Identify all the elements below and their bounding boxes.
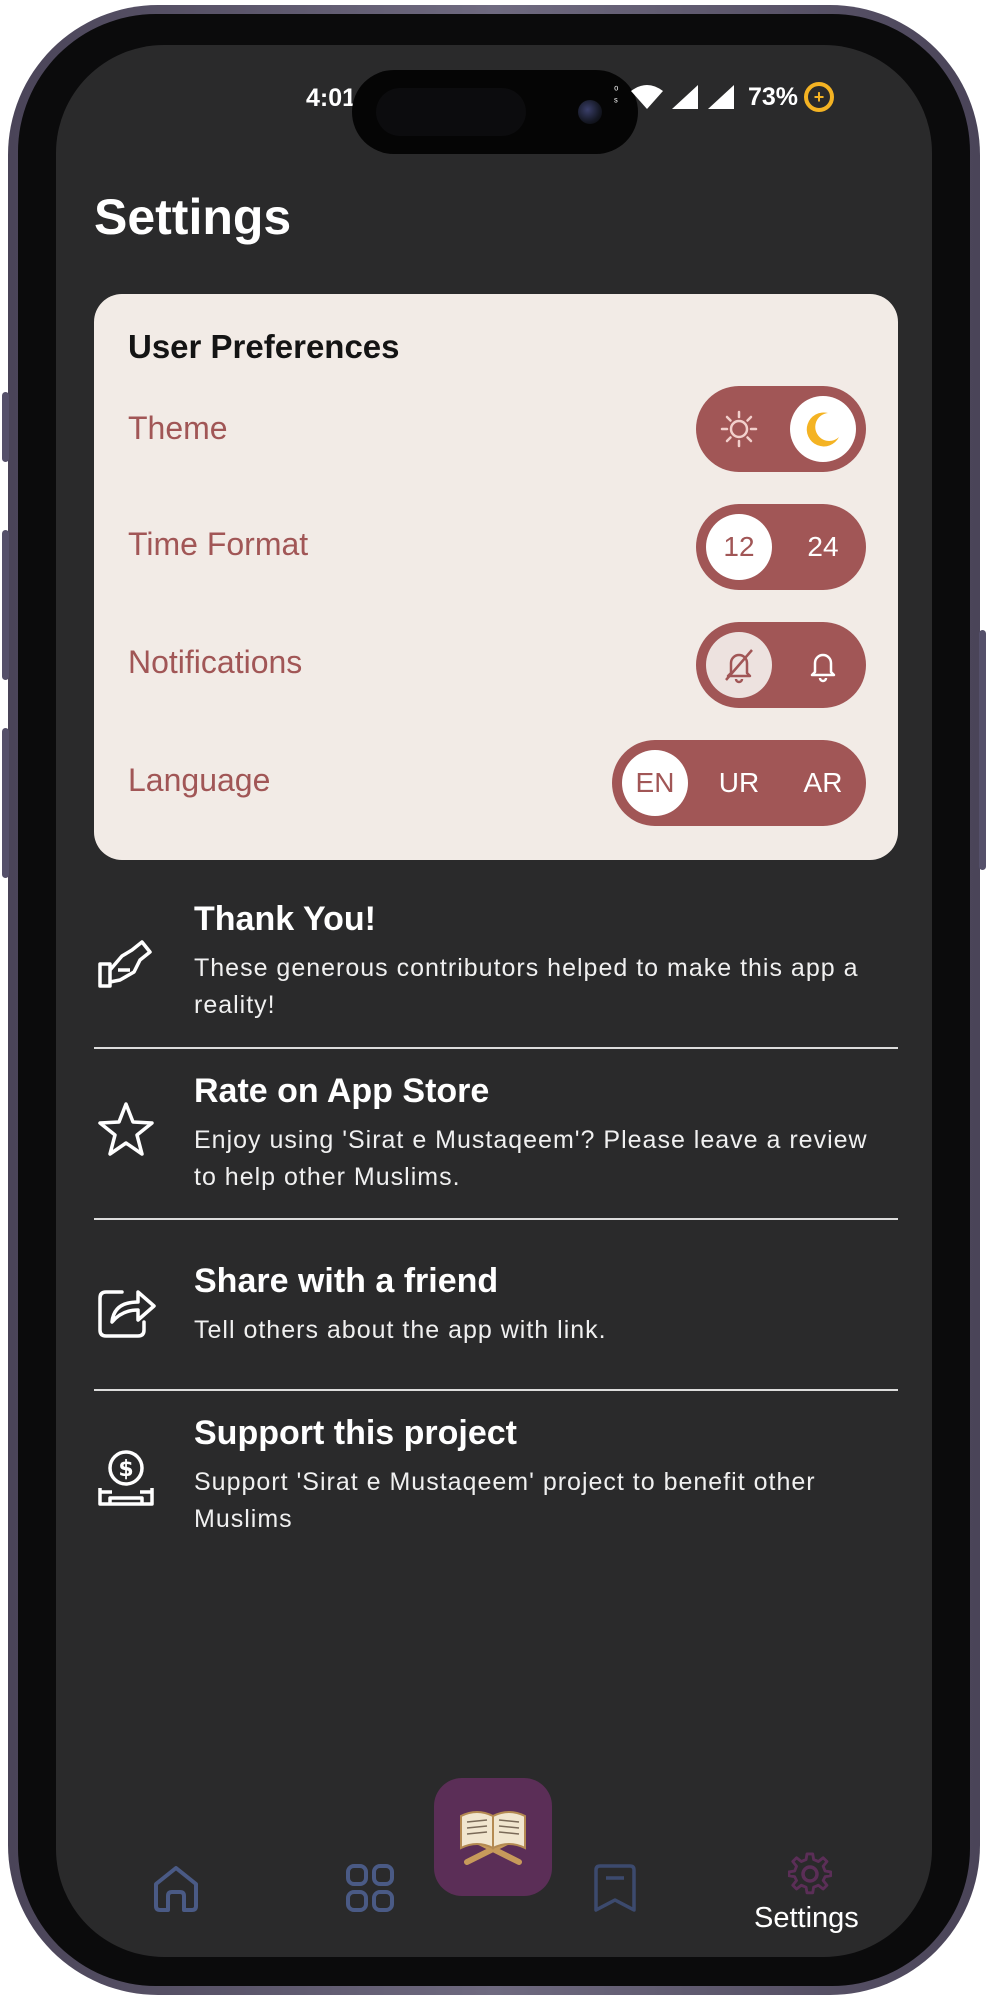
nav-bookmark[interactable] (592, 1862, 638, 1919)
time-format-option-12[interactable]: 12 (706, 514, 772, 580)
language-option-ar[interactable]: AR (790, 750, 856, 816)
list-item-thank-you[interactable]: Thank You! These generous contributors h… (94, 896, 898, 1042)
language-toggle[interactable]: EN UR AR (612, 740, 866, 826)
nav-home[interactable] (150, 1862, 202, 1919)
language-label: Language (128, 762, 271, 798)
list-item-share[interactable]: Share with a friend Tell others about th… (94, 1258, 898, 1378)
share-icon (98, 1290, 156, 1338)
camera-lens (578, 100, 602, 124)
nav-settings-label[interactable]: Settings (754, 1902, 859, 1935)
divider (94, 1389, 898, 1391)
time-format-toggle[interactable]: 12 24 (696, 504, 866, 590)
list-title: Support this project (194, 1414, 517, 1452)
list-description: Support 'Sirat e Mustaqeem' project to b… (194, 1468, 816, 1533)
moon-icon[interactable] (790, 396, 856, 462)
island-sensor (376, 88, 526, 136)
notifications-toggle[interactable] (696, 622, 866, 708)
cellular-signal-2-icon (708, 85, 734, 109)
list-description: Tell others about the app with link. (194, 1316, 607, 1344)
language-option-en[interactable]: EN (622, 750, 688, 816)
divider (94, 1047, 898, 1049)
power-button (979, 630, 986, 870)
wifi-icon (631, 85, 663, 109)
volume-up-button (2, 530, 9, 680)
grid-icon (346, 1864, 394, 1912)
status-time: 4:01 (306, 84, 357, 112)
list-title: Rate on App Store (194, 1072, 490, 1110)
cellular-signal-icon (672, 85, 698, 109)
network-speed-icon: ⁰ˢ (614, 85, 619, 108)
notifications-label: Notifications (128, 644, 303, 680)
charging-battery-icon: + (804, 82, 835, 112)
list-description: Enjoy using 'Sirat e Mustaqeem'? Please … (194, 1126, 868, 1191)
action-button (2, 392, 9, 462)
list-item-rate[interactable]: Rate on App Store Enjoy using 'Sirat e M… (94, 1068, 898, 1214)
list-title: Share with a friend (194, 1262, 499, 1300)
bell-icon[interactable] (790, 632, 856, 698)
time-format-option-24[interactable]: 24 (790, 514, 856, 580)
battery-percent: 73% (748, 82, 799, 111)
bell-off-icon[interactable] (706, 632, 772, 698)
time-format-label: Time Format (128, 526, 309, 562)
status-indicators: ⁰ˢ 73% + (614, 82, 835, 112)
dynamic-island (352, 70, 638, 154)
donate-icon: $ (98, 1450, 154, 1506)
preferences-title: User Preferences (128, 328, 400, 365)
theme-toggle[interactable] (696, 386, 866, 472)
settings-icon (787, 1852, 833, 1895)
sun-icon[interactable] (706, 396, 772, 462)
user-preferences-card: User Preferences Theme Time Format 12 24… (94, 294, 898, 860)
quran-icon (460, 1811, 526, 1865)
language-option-ur[interactable]: UR (706, 750, 772, 816)
list-title: Thank You! (194, 900, 376, 938)
nav-quran[interactable] (434, 1778, 552, 1896)
home-icon (154, 1866, 198, 1912)
star-icon (98, 1102, 154, 1156)
list-item-support[interactable]: $ Support this project Support 'Sirat e … (94, 1410, 898, 1556)
bookmark-icon (594, 1864, 636, 1912)
theme-label: Theme (128, 410, 228, 446)
volume-down-button (2, 728, 9, 878)
divider (94, 1218, 898, 1220)
nav-grid[interactable] (344, 1862, 396, 1919)
page-title: Settings (94, 189, 292, 245)
hand-heart-icon (98, 940, 152, 988)
list-description: These generous contributors helped to ma… (194, 954, 859, 1019)
svg-text:$: $ (118, 1457, 133, 1482)
nav-settings[interactable] (787, 1852, 833, 1901)
